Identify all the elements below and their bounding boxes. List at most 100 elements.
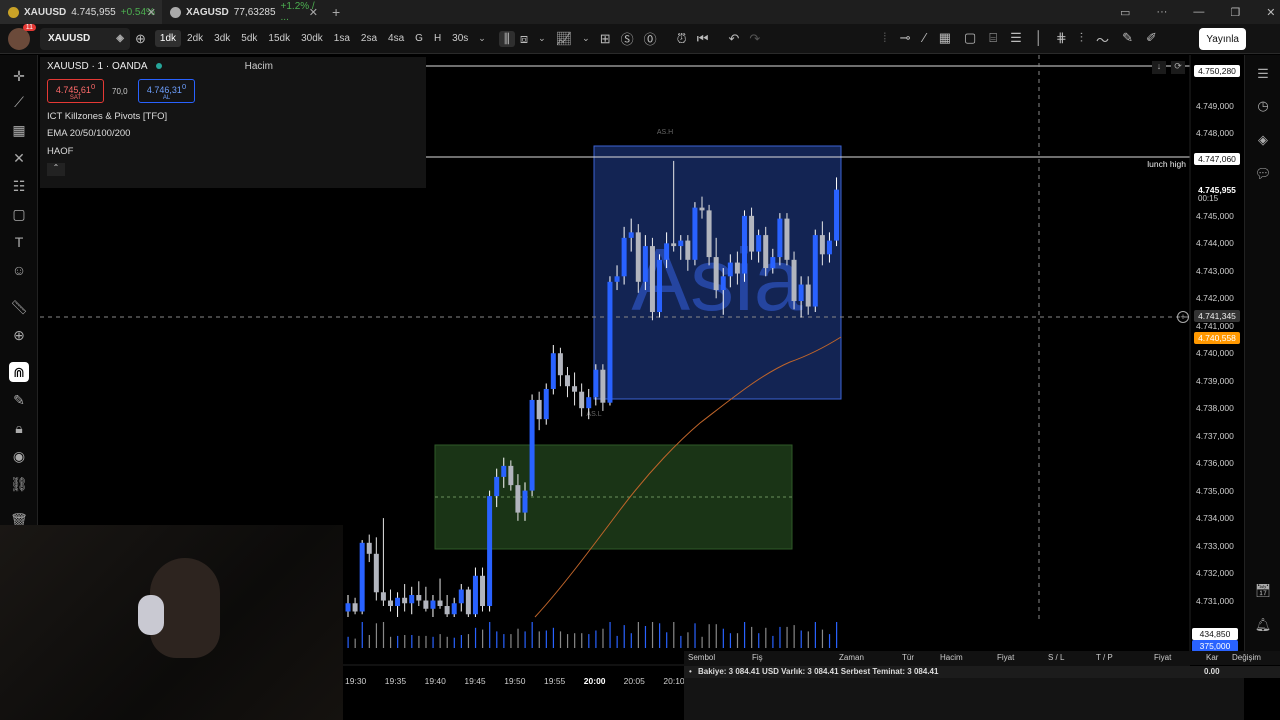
zoom-icon[interactable]: ⊕ (9, 325, 29, 345)
column-header[interactable]: Fiyat (997, 653, 1014, 662)
ruler-icon[interactable]: 📏︎ (9, 297, 29, 317)
indicator-haof[interactable]: HAOF (47, 146, 73, 157)
new-tab-icon[interactable]: + (332, 4, 340, 20)
close-icon[interactable]: ✕ (309, 6, 318, 19)
column-header[interactable]: Zaman (839, 653, 864, 662)
column-header[interactable]: Hacim (940, 653, 963, 662)
column-header[interactable]: Değişim (1232, 653, 1261, 662)
publish-button[interactable]: Yayınla (1199, 28, 1246, 50)
zero-icon[interactable]: ⓪ (639, 29, 662, 48)
interval-H[interactable]: H (429, 30, 446, 47)
highlighter-icon[interactable]: ✐ (1141, 30, 1162, 49)
tab-xauusd[interactable]: XAUUSD 4.745,955 +0.54% ✕ (0, 0, 162, 24)
notifications-icon[interactable]: 🔔︎ (1254, 617, 1272, 635)
undo-icon[interactable]: ↶ (724, 31, 745, 47)
eye-icon[interactable]: ◉ (9, 446, 29, 466)
fib-grid-icon[interactable]: ▦ (9, 120, 29, 140)
indicators-icon[interactable]: 📈︎ (551, 31, 578, 47)
crosshair-icon[interactable]: ✛ (9, 66, 29, 86)
column-header[interactable]: Fiyat (1154, 653, 1171, 662)
column-header[interactable]: Sembol (688, 653, 715, 662)
horizontal-ray-icon[interactable]: ⊸ (895, 30, 916, 49)
symbol-search[interactable]: XAUUSD ◈ (40, 27, 130, 50)
interval-5dk[interactable]: 5dk (236, 30, 262, 47)
path-icon[interactable]: 〜 (1091, 30, 1114, 49)
templates-icon[interactable]: ⊞ (595, 31, 616, 47)
column-header[interactable]: Tür (902, 653, 914, 662)
column-header[interactable]: T / P (1096, 653, 1113, 662)
interval-2sa[interactable]: 2sa (356, 30, 382, 47)
lock-drawing-icon[interactable]: ✎ (9, 390, 29, 410)
s-icon[interactable]: Ⓢ (616, 29, 639, 48)
spread-value: 70,0 (112, 87, 128, 96)
interval-4sa[interactable]: 4sa (383, 30, 409, 47)
grid-icon[interactable]: ▦ (934, 30, 956, 49)
scroll-down-icon[interactable]: ↓ (1152, 61, 1166, 74)
interval-1sa[interactable]: 1sa (329, 30, 355, 47)
trend-line-icon[interactable]: ⁄ (919, 30, 931, 49)
close-window-icon[interactable]: ✕ (1266, 6, 1275, 19)
drag-handle-icon[interactable]: ⁞ (878, 30, 892, 49)
interval-30dk[interactable]: 30dk (296, 30, 328, 47)
column-header[interactable]: Fiş (752, 653, 763, 662)
brush-icon[interactable]: ✎ (1117, 30, 1138, 49)
indicator-killzones[interactable]: ICT Killzones & Pivots [TFO] (47, 111, 167, 122)
buy-button[interactable]: 4.746,310 AL (138, 79, 195, 103)
watchlist-icon[interactable]: ☰ (1254, 66, 1272, 84)
crosshair-plus-icon[interactable]: + (1177, 311, 1189, 323)
vertical-line-icon[interactable]: │ (1030, 30, 1048, 49)
close-icon[interactable]: ✕ (147, 6, 156, 19)
magnet-icon[interactable]: ⋒ (9, 362, 29, 382)
alert-icon[interactable]: ⏰︎ (672, 31, 692, 47)
shapes-icon[interactable]: ▢ (9, 204, 29, 224)
interval-dropdown-icon[interactable]: ⌄ (473, 33, 491, 44)
chat-icon[interactable]: 💬︎ (1254, 166, 1272, 184)
pitchfork-icon[interactable]: ⌸ (984, 30, 1002, 49)
interval-15dk[interactable]: 15dk (263, 30, 295, 47)
parallel-channel-icon[interactable]: ⋕ (1051, 30, 1072, 49)
column-header[interactable]: Kar (1206, 653, 1218, 662)
legend-title[interactable]: XAUUSD · 1 · OANDA Hacim (47, 61, 273, 72)
interval-2dk[interactable]: 2dk (182, 30, 208, 47)
lock-icon[interactable]: 🔒︎ (9, 418, 29, 438)
collapse-dot-icon[interactable]: • (689, 666, 692, 678)
layers-icon[interactable]: ◈ (1254, 132, 1272, 150)
candle-type-icon[interactable]: ⫼ (498, 30, 515, 47)
rectangle-icon[interactable]: ▢ (959, 30, 981, 49)
trend-line-icon[interactable]: ⟋ (9, 92, 29, 112)
indicator-ema[interactable]: EMA 20/50/100/200 (47, 128, 130, 139)
text-icon[interactable]: T (9, 232, 29, 252)
tab-xagusd[interactable]: XAGUSD 77,63285 +1.2% / ... ✕ (162, 0, 324, 24)
compare-add-icon[interactable]: ⊕ (130, 31, 151, 47)
more-icon[interactable]: ··· (1156, 6, 1167, 18)
candle-body (713, 257, 719, 291)
alerts-clock-icon[interactable]: ◷ (1254, 98, 1272, 116)
interval-1dk[interactable]: 1dk (154, 30, 182, 47)
refresh-icon[interactable]: ⟳ (1171, 61, 1185, 74)
replay-icon[interactable]: ⏮︎ (692, 31, 714, 47)
layout-icon[interactable]: ▭ (1120, 6, 1130, 19)
fib-icon[interactable]: ☰ (1005, 30, 1027, 49)
sell-button[interactable]: 4.745,610 SAT (47, 79, 104, 103)
dropdown-icon[interactable]: ⌄ (533, 33, 551, 44)
link-icon[interactable]: ⛓︎ (9, 474, 29, 494)
avatar[interactable]: 11 (8, 23, 36, 50)
regression-icon[interactable]: ⫶ (1075, 30, 1088, 49)
pattern-icon[interactable]: ✕ (9, 148, 29, 168)
dropdown-icon[interactable]: ⌄ (577, 33, 595, 44)
bar-type-icon[interactable]: ⧈ (515, 31, 533, 47)
maximize-icon[interactable]: ❐ (1230, 6, 1240, 19)
interval-30s[interactable]: 30s (447, 30, 473, 47)
volume-bar (609, 622, 611, 648)
interval-3dk[interactable]: 3dk (209, 30, 235, 47)
forecast-icon[interactable]: ☷ (9, 176, 29, 196)
column-header[interactable]: S / L (1048, 653, 1064, 662)
redo-icon[interactable]: ↷ (744, 31, 765, 47)
interval-G[interactable]: G (410, 30, 428, 47)
favorite-icon[interactable]: ◈ (116, 33, 124, 44)
emoji-icon[interactable]: ☺ (9, 260, 29, 280)
minimize-icon[interactable]: — (1193, 6, 1204, 18)
collapse-legend-icon[interactable]: ⌃ (47, 163, 65, 176)
calendar-icon[interactable]: 📅︎ (1254, 583, 1272, 601)
candle-body (791, 259, 797, 302)
